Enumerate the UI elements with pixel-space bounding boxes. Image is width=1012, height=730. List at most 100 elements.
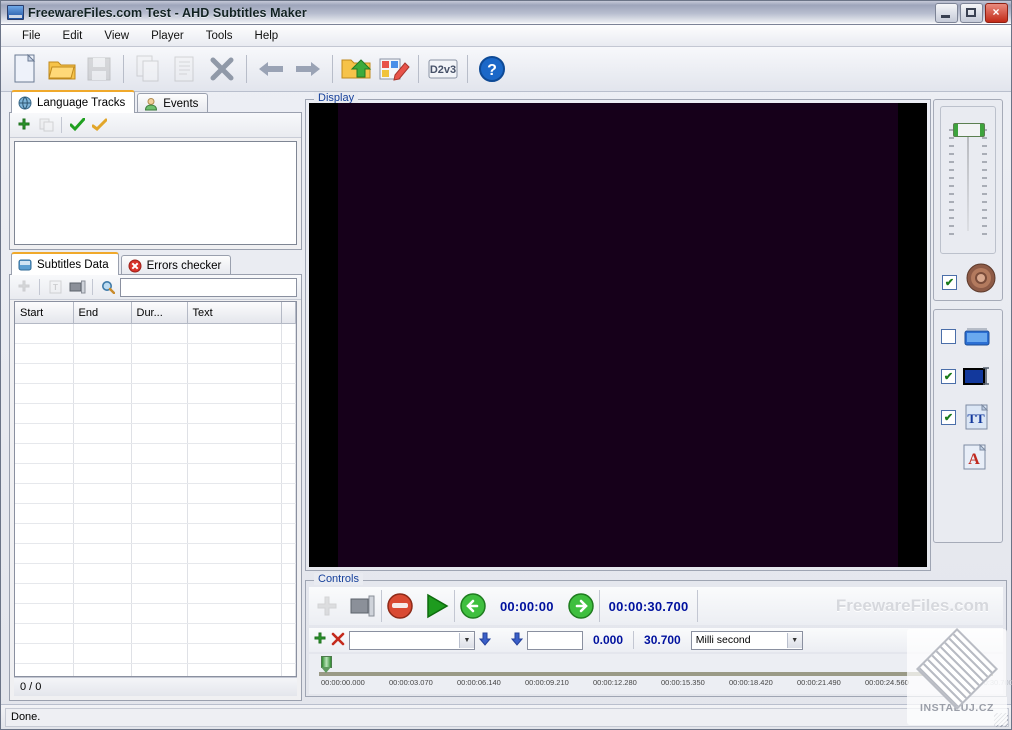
- table-row[interactable]: [15, 424, 296, 444]
- prev-icon[interactable]: [455, 589, 491, 623]
- subtitle-combo[interactable]: ▼: [349, 631, 475, 650]
- search-input[interactable]: [120, 278, 297, 297]
- delete-icon[interactable]: [204, 51, 240, 87]
- table-row[interactable]: [15, 524, 296, 544]
- film-strip-icon[interactable]: [345, 589, 381, 623]
- menu-item-edit[interactable]: Edit: [52, 28, 94, 44]
- column-header-end[interactable]: End: [73, 302, 131, 324]
- table-row[interactable]: [15, 464, 296, 484]
- menu-item-help[interactable]: Help: [244, 28, 290, 44]
- film-strip-icon[interactable]: [67, 277, 87, 297]
- tab-language-tracks[interactable]: Language Tracks: [11, 90, 135, 113]
- add-green-icon[interactable]: [313, 632, 327, 649]
- subtitles-table-container[interactable]: Start End Dur... Text: [14, 301, 297, 677]
- table-row[interactable]: [15, 504, 296, 524]
- check-green-icon[interactable]: [67, 115, 87, 135]
- volume-checkbox[interactable]: ✔: [942, 275, 957, 290]
- play-icon[interactable]: [418, 589, 454, 623]
- offset-input[interactable]: [527, 631, 583, 650]
- right-rail: ✔ ✔ ✔ TT: [933, 91, 1003, 543]
- table-row[interactable]: [15, 664, 296, 678]
- stop-icon[interactable]: [382, 589, 418, 623]
- table-row[interactable]: [15, 344, 296, 364]
- text-cursor-icon[interactable]: [963, 364, 991, 388]
- open-project-icon[interactable]: [339, 51, 375, 87]
- arrow-down-icon[interactable]: [479, 632, 491, 649]
- check-orange-icon[interactable]: [89, 115, 109, 135]
- monitor-icon[interactable]: [963, 324, 991, 348]
- toggle-row-tt-font: ✔ TT: [934, 388, 1002, 430]
- table-row[interactable]: [15, 324, 296, 344]
- tt-font-checkbox[interactable]: ✔: [941, 410, 956, 425]
- menu-item-file[interactable]: File: [11, 28, 52, 44]
- display-group: Display: [305, 99, 931, 571]
- tab-events[interactable]: Events: [137, 93, 208, 113]
- tab-subtitles-data[interactable]: Subtitles Data: [11, 252, 119, 275]
- search-icon[interactable]: [98, 277, 118, 297]
- tab-errors-checker[interactable]: Errors checker: [121, 255, 232, 275]
- table-row[interactable]: [15, 384, 296, 404]
- timeline-tick: 00:00:15.350: [661, 678, 705, 687]
- open-file-icon[interactable]: [44, 51, 80, 87]
- menu-item-player[interactable]: Player: [140, 28, 195, 44]
- timeline-tick: 00:00:18.420: [729, 678, 773, 687]
- slider-ticks-left: [949, 129, 954, 235]
- total-time: 00:00:30.700: [600, 599, 698, 614]
- menu-item-tools[interactable]: Tools: [195, 28, 244, 44]
- minimize-button[interactable]: [935, 3, 958, 23]
- chevron-down-icon: ▼: [459, 633, 474, 648]
- new-file-icon[interactable]: [7, 51, 43, 87]
- tt-font-icon[interactable]: TT: [963, 404, 991, 430]
- speaker-icon[interactable]: [966, 263, 996, 296]
- table-row[interactable]: [15, 624, 296, 644]
- toggle-row-a-document: A: [934, 430, 1002, 470]
- arrow-down-icon[interactable]: [511, 632, 523, 649]
- d2v3-icon[interactable]: D2v3: [425, 51, 461, 87]
- timeline[interactable]: 00:00:00.000 00:00:03.070 00:00:06.140 0…: [309, 654, 1003, 694]
- table-row[interactable]: [15, 484, 296, 504]
- close-button[interactable]: ×: [985, 3, 1008, 23]
- toolbar-separator: [92, 279, 93, 295]
- column-header-start[interactable]: Start: [15, 302, 73, 324]
- subtitle-icon: [18, 259, 32, 271]
- resize-grip[interactable]: [994, 713, 1008, 727]
- video-canvas: [338, 103, 898, 567]
- column-header-dur[interactable]: Dur...: [131, 302, 187, 324]
- forward-arrow-icon[interactable]: [290, 51, 326, 87]
- back-arrow-icon[interactable]: [253, 51, 289, 87]
- add-subtitle-icon: [14, 277, 34, 297]
- table-row[interactable]: [15, 564, 296, 584]
- video-letterbox-right: [898, 103, 927, 567]
- column-header-text[interactable]: Text: [187, 302, 282, 324]
- next-icon[interactable]: [563, 589, 599, 623]
- table-row[interactable]: [15, 544, 296, 564]
- table-row[interactable]: [15, 364, 296, 384]
- maximize-button[interactable]: [960, 3, 983, 23]
- remove-red-icon[interactable]: [331, 632, 345, 649]
- volume-slider[interactable]: [940, 106, 996, 254]
- left-column: Language Tracks Events: [5, 91, 302, 701]
- slider-track: [967, 129, 969, 231]
- language-tracks-list[interactable]: [14, 141, 297, 245]
- menu-item-view[interactable]: View: [93, 28, 140, 44]
- video-display[interactable]: [309, 103, 927, 567]
- a-document-icon[interactable]: A: [961, 444, 989, 470]
- table-row[interactable]: [15, 584, 296, 604]
- slider-thumb[interactable]: [953, 123, 985, 137]
- table-row[interactable]: [15, 644, 296, 664]
- help-icon[interactable]: ?: [474, 51, 510, 87]
- edit-notes-icon[interactable]: [376, 51, 412, 87]
- timeline-playhead[interactable]: [321, 656, 332, 673]
- add-icon: [309, 589, 345, 623]
- timeline-tick: 00:00:00.000: [321, 678, 365, 687]
- paste-icon: [167, 51, 203, 87]
- unit-combo[interactable]: Milli second ▼: [691, 631, 803, 650]
- text-cursor-checkbox[interactable]: ✔: [941, 369, 956, 384]
- table-row[interactable]: [15, 604, 296, 624]
- subtitles-tabstrip: Subtitles Data Errors checker: [5, 253, 302, 275]
- timeline-track[interactable]: [319, 672, 993, 676]
- table-row[interactable]: [15, 444, 296, 464]
- add-track-icon[interactable]: [14, 115, 34, 135]
- monitor-checkbox[interactable]: [941, 329, 956, 344]
- table-row[interactable]: [15, 404, 296, 424]
